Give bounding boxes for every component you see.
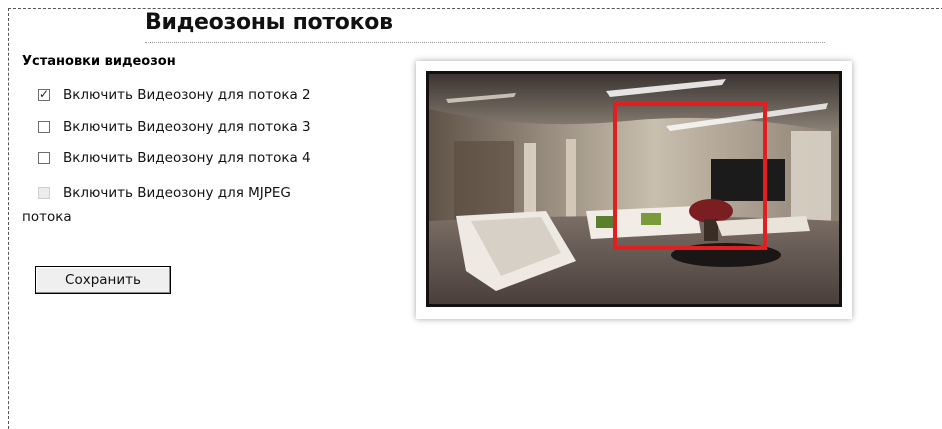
checkbox-mjpeg bbox=[38, 187, 50, 199]
option-stream-3[interactable]: Включить Видеозону для потока 3 bbox=[38, 119, 311, 135]
title-divider bbox=[145, 42, 825, 43]
checkbox-stream-4[interactable] bbox=[38, 152, 50, 164]
option-label: Включить Видеозону для потока 3 bbox=[63, 119, 311, 135]
option-label: Включить Видеозону для потока 2 bbox=[63, 87, 311, 103]
option-mjpeg: Включить Видеозону для MJPEG bbox=[38, 185, 291, 201]
option-label-continuation: потока bbox=[22, 209, 72, 225]
option-stream-2[interactable]: Включить Видеозону для потока 2 bbox=[38, 87, 311, 103]
option-label: Включить Видеозону для MJPEG bbox=[63, 185, 291, 201]
save-button[interactable]: Сохранить bbox=[35, 266, 171, 294]
video-preview[interactable] bbox=[416, 61, 852, 319]
option-label: Включить Видеозону для потока 4 bbox=[63, 150, 311, 166]
camera-frame-image bbox=[426, 71, 842, 307]
option-stream-4[interactable]: Включить Видеозону для потока 4 bbox=[38, 150, 311, 166]
section-heading: Установки видеозон bbox=[22, 54, 176, 69]
page-title: Видеозоны потоков bbox=[145, 10, 393, 35]
checkbox-stream-3[interactable] bbox=[38, 121, 50, 133]
checkbox-stream-2[interactable] bbox=[38, 87, 50, 101]
